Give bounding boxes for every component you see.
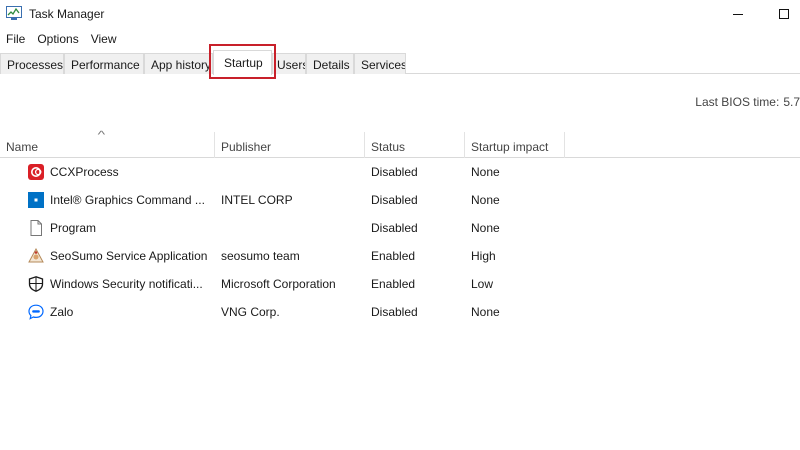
row-publisher: Microsoft Corporation <box>221 277 336 291</box>
last-bios-time-value: 5.7 <box>783 95 800 109</box>
adobe-cc-icon <box>28 164 44 180</box>
row-startup-impact: None <box>471 221 500 235</box>
row-publisher: INTEL CORP <box>221 193 293 207</box>
tab-performance[interactable]: Performance <box>64 53 144 74</box>
menu-options[interactable]: Options <box>31 30 84 48</box>
seosumo-icon <box>28 248 44 264</box>
tab-strip: Processes Performance App history Startu… <box>0 50 800 75</box>
row-name: Windows Security notificati... <box>50 277 203 291</box>
row-startup-impact: None <box>471 165 500 179</box>
zalo-icon <box>28 304 44 320</box>
row-startup-impact: None <box>471 193 500 207</box>
row-startup-impact: Low <box>471 277 494 291</box>
table-row[interactable]: Windows Security notificati... Microsoft… <box>0 270 800 298</box>
row-status: Disabled <box>371 221 418 235</box>
table-row[interactable]: Intel® Graphics Command ... INTEL CORP D… <box>0 186 800 214</box>
last-bios-time: Last BIOS time: 5.7 <box>695 95 800 109</box>
menu-bar: File Options View <box>0 30 123 48</box>
startup-tab-highlight <box>209 44 276 79</box>
windows-security-shield-icon <box>28 276 44 292</box>
row-name: CCXProcess <box>50 165 119 179</box>
tab-app-history[interactable]: App history <box>144 53 213 74</box>
window-title: Task Manager <box>29 7 105 21</box>
row-startup-impact: None <box>471 305 500 319</box>
table-row[interactable]: Program Disabled None <box>0 214 800 242</box>
table-row[interactable]: CCXProcess Disabled None <box>0 158 800 186</box>
tab-users[interactable]: Users <box>272 53 306 74</box>
title-bar: Task Manager <box>0 0 800 28</box>
tab-services[interactable]: Services <box>354 53 406 74</box>
maximize-button[interactable] <box>761 0 800 28</box>
row-name: SeoSumo Service Application <box>50 249 208 263</box>
column-header-name[interactable]: Name <box>0 132 214 158</box>
row-status: Enabled <box>371 249 416 263</box>
task-manager-icon <box>6 6 22 20</box>
last-bios-time-label: Last BIOS time: <box>695 95 780 109</box>
row-name: Zalo <box>50 305 74 319</box>
minimize-icon <box>733 13 743 15</box>
column-header-row: ^ Name Publisher Status Startup impact <box>0 130 800 158</box>
row-status: Disabled <box>371 305 418 319</box>
table-row[interactable]: Zalo VNG Corp. Disabled None <box>0 298 800 326</box>
column-header-publisher[interactable]: Publisher <box>215 132 364 158</box>
maximize-icon <box>779 9 789 19</box>
tab-processes[interactable]: Processes <box>0 53 64 74</box>
column-header-status[interactable]: Status <box>365 132 464 158</box>
intel-graphics-icon <box>28 192 44 208</box>
column-header-startup-impact[interactable]: Startup impact <box>465 132 564 158</box>
row-publisher: seosumo team <box>221 249 300 263</box>
row-startup-impact: High <box>471 249 496 263</box>
row-status: Disabled <box>371 193 418 207</box>
minimize-button[interactable] <box>715 0 761 28</box>
tab-details[interactable]: Details <box>306 53 354 74</box>
table-row[interactable]: SeoSumo Service Application seosumo team… <box>0 242 800 270</box>
row-status: Disabled <box>371 165 418 179</box>
column-divider[interactable] <box>564 132 565 158</box>
row-publisher: VNG Corp. <box>221 305 280 319</box>
row-name: Intel® Graphics Command ... <box>50 193 205 207</box>
row-name: Program <box>50 221 97 235</box>
menu-view[interactable]: View <box>85 30 123 48</box>
menu-file[interactable]: File <box>0 30 31 48</box>
blank-file-icon <box>28 220 44 236</box>
row-status: Enabled <box>371 277 416 291</box>
